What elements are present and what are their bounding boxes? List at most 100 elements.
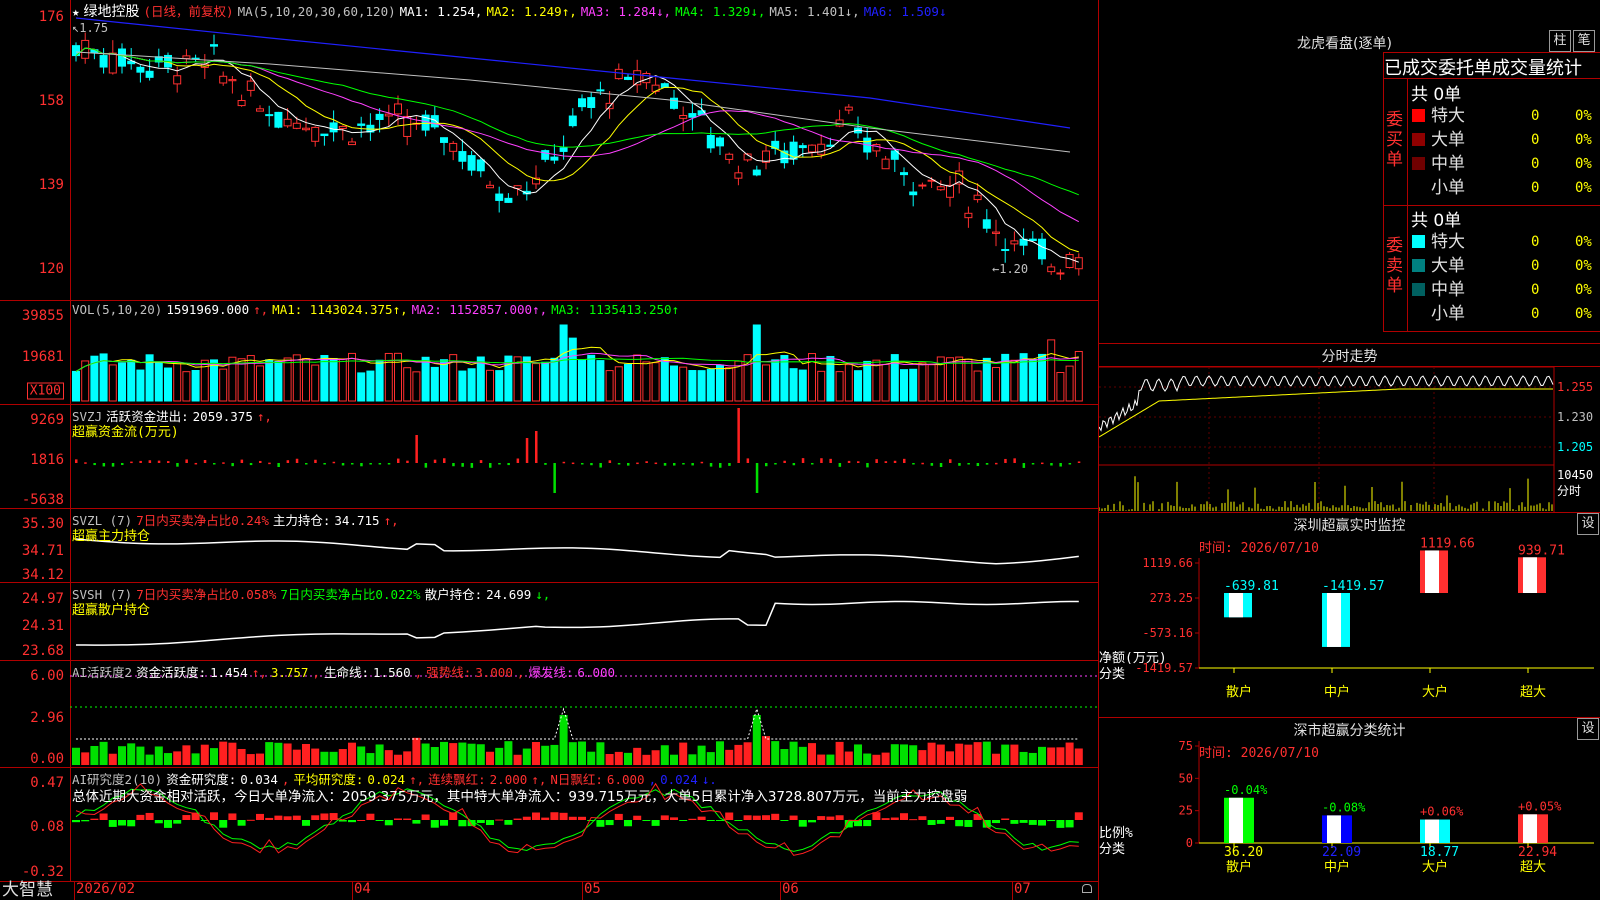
- tick-mode-button[interactable]: 笔: [1573, 30, 1595, 52]
- monitor-chart[interactable]: 1119.66 273.25 -573.16 -1419.57 净额(万元)分类散户 -6…: [1099, 513, 1600, 717]
- volume-bar: [660, 357, 669, 402]
- svzj-axis: 9269 1816 -5638: [0, 405, 71, 509]
- category-label: 散户: [1226, 684, 1252, 700]
- svzl-pane[interactable]: SVZL (7) 7日内买卖净占比0.24% 主力持仓: 34.715 ↑, 超赢主力持…: [70, 509, 1098, 583]
- research-bar: [909, 819, 918, 821]
- flow-bar: [673, 463, 676, 466]
- order-count: 0: [1531, 156, 1540, 172]
- lock-icon[interactable]: [1082, 884, 1092, 893]
- flow-bar: [976, 463, 980, 467]
- color-swatch-icon: [1412, 235, 1425, 248]
- vol-axis: 39855 19681 X100: [0, 301, 71, 405]
- ai-ytick: 6.00: [30, 668, 64, 684]
- ma-value-5: MA5: 1.401↓,: [769, 4, 860, 19]
- activity-bar: [955, 743, 964, 765]
- ai-pane[interactable]: AI活跃度2 资金活跃度: 1.454 ↑, 3.757, 生命线: 1.560, 强势线: 3…: [70, 661, 1098, 768]
- activity-bar: [734, 744, 743, 765]
- volume-bar: [467, 368, 476, 402]
- activity-bar: [798, 746, 807, 765]
- flow-bar: [912, 463, 915, 465]
- volume-bar: [716, 364, 724, 402]
- research-bar: [964, 820, 973, 827]
- bar-mode-button[interactable]: 柱: [1549, 30, 1571, 52]
- volume-bar: [835, 371, 844, 402]
- stock-name[interactable]: 绿地控股: [84, 4, 140, 20]
- candle-body: [688, 113, 697, 118]
- research-bar: [743, 815, 752, 820]
- svsh-pane[interactable]: SVSH (7) 7日内买卖净占比0.058% 7日内买卖净占比0.022% 散户持仓…: [70, 583, 1098, 661]
- svzl-axis: 35.30 34.71 34.12: [0, 509, 71, 583]
- activity-bar: [522, 748, 531, 765]
- research-bar: [725, 812, 734, 820]
- volume-bar: [789, 368, 798, 402]
- candle-body: [1038, 238, 1046, 260]
- activity-bar: [1056, 747, 1065, 765]
- activity-bar: [688, 754, 697, 765]
- color-swatch-icon: [1412, 157, 1425, 170]
- bar-delta-label: +0.06%: [1420, 805, 1464, 819]
- flow-bar-highlight: [1425, 550, 1439, 593]
- candle-body: [108, 52, 117, 74]
- candle-body: [550, 156, 559, 161]
- flow-bar: [167, 461, 170, 463]
- candle-body: [992, 231, 1000, 234]
- classify-panel[interactable]: 深市超赢分类统计 设 时间: 2026/07/10 75 50 25 0 比例% 分类 散户…: [1099, 718, 1600, 900]
- research-bar: [292, 815, 301, 820]
- flow-bar: [341, 463, 345, 466]
- research-bar: [1010, 820, 1019, 824]
- monitor-panel[interactable]: 深圳超赢实时监控 设 时间: 2026/07/10 1119.66 273.25-…: [1099, 513, 1600, 718]
- activity-bar: [670, 754, 678, 765]
- chart-ytick: 0: [1186, 836, 1193, 850]
- candle-body: [578, 98, 586, 108]
- ai-t1: 资金活跃度:: [136, 665, 207, 680]
- intraday-panel[interactable]: 分时走势 1.255 1.230 1.205 10450 分时: [1099, 344, 1600, 513]
- research-bar: [679, 820, 688, 821]
- candle-body: [1028, 238, 1037, 241]
- buy-total: 共 0单: [1411, 85, 1462, 105]
- research-bar: [302, 820, 310, 826]
- flow-bar: [709, 463, 713, 467]
- activity-bar: [844, 751, 853, 765]
- chart-ytick: -573.16: [1142, 626, 1193, 640]
- price-header: ★ 绿地控股 (日线，前复权) MA(5,10,20,30,60,120) MA1: 1…: [72, 4, 947, 20]
- category-label: 大户: [1422, 859, 1448, 875]
- research-bar: [513, 818, 522, 820]
- candle-body: [283, 118, 292, 127]
- vol-header: VOL(5,10,20) 1591969.000 ↑, MA1: 1143024.37…: [72, 302, 680, 317]
- research-bar: [992, 820, 1000, 824]
- order-type: 中单: [1431, 154, 1465, 174]
- sell-label: 委卖单: [1386, 236, 1403, 296]
- activity-bar: [863, 753, 872, 765]
- svzj-ytick: 1816: [30, 452, 64, 468]
- candle-body: [1010, 240, 1019, 245]
- candlestick-chart[interactable]: [70, 0, 1098, 300]
- intraday-chart[interactable]: 1.255 1.230 1.205 10450 分时: [1099, 367, 1600, 512]
- svzj-pane[interactable]: SVZJ 活跃资金进出: 2059.375 ↑, 超赢资金流(万元): [70, 405, 1098, 509]
- volume-bar: [127, 359, 136, 402]
- flow-bar: [222, 462, 225, 464]
- activity-bar: [854, 744, 862, 765]
- volume-pane[interactable]: VOL(5,10,20) 1591969.000 ↑, MA1: 1143024.37…: [70, 301, 1098, 405]
- activity-bar: [467, 743, 476, 765]
- research-bar: [1028, 820, 1037, 825]
- candle-body: [900, 172, 908, 176]
- research-bar: [375, 820, 384, 821]
- volume-bar: [578, 359, 586, 402]
- classify-chart[interactable]: 75 50 25 0 比例%分类散户 -0.04% 36.20 中户 -0.08% 22.09 大户…: [1099, 718, 1600, 900]
- order-row: 小单 0 0%: [1407, 302, 1600, 326]
- volume-bar: [412, 371, 421, 402]
- research-axis: 0.47 0.08 -0.32: [0, 768, 71, 882]
- volume-bar: [256, 365, 264, 402]
- volume-bar: [532, 363, 540, 402]
- candle-body: [210, 44, 218, 47]
- research-bar: [154, 820, 163, 824]
- flow-bar: [967, 463, 970, 465]
- flow-bar: [84, 462, 87, 464]
- svsh-text2: 7日内买卖净占比0.022%: [280, 587, 421, 602]
- candle-body: [504, 197, 513, 203]
- flow-bar: [627, 463, 630, 466]
- price-pane[interactable]: ★ 绿地控股 (日线，前复权) MA(5,10,20,30,60,120) MA1: 1…: [70, 0, 1098, 301]
- flow-bar: [847, 460, 851, 463]
- candle-body: [403, 115, 412, 137]
- research-pane[interactable]: AI研究度2(10) 资金研究度: 0.034, 平均研究度: 0.024 ↑, 连续飘红:…: [70, 768, 1098, 882]
